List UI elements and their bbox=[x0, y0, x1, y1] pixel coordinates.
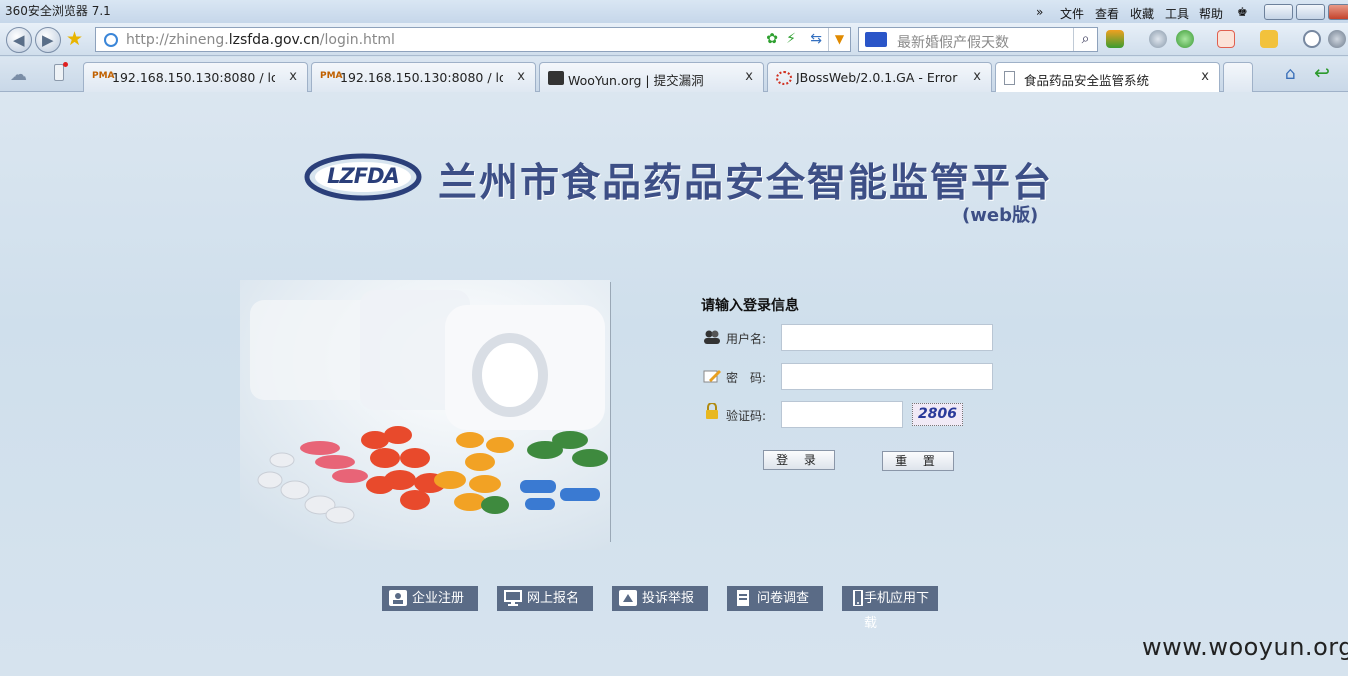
search-engine-paw-icon[interactable] bbox=[865, 32, 887, 47]
link-label: 网上报名 bbox=[527, 591, 580, 606]
game-icon[interactable] bbox=[1260, 30, 1278, 48]
browser-titlebar: 360安全浏览器 7.1 » 文件 查看 收藏 工具 帮助 ♚ bbox=[0, 0, 1348, 23]
mobile-icon[interactable] bbox=[54, 64, 64, 81]
browser-title: 360安全浏览器 7.1 bbox=[5, 4, 111, 18]
link-complaint-report[interactable]: 投诉举报 bbox=[612, 586, 708, 611]
tab-food-drug-system[interactable]: 食品药品安全监管系统 x bbox=[995, 62, 1220, 93]
favorite-star-icon[interactable]: ★ bbox=[66, 28, 83, 50]
forward-arrow-icon: ▶ bbox=[42, 31, 54, 49]
monitor-icon bbox=[504, 590, 522, 606]
mobile-phone-icon bbox=[853, 590, 863, 606]
lzfda-logo: LZFDA bbox=[304, 150, 422, 202]
logo-text: LZFDA bbox=[327, 164, 400, 188]
login-button[interactable]: 登 录 bbox=[763, 450, 835, 470]
link-label: 问卷调查 bbox=[757, 591, 810, 606]
cloud-icon[interactable]: ☁ bbox=[10, 65, 27, 85]
menu-more-icon[interactable]: » bbox=[1036, 5, 1043, 19]
home-icon[interactable]: ⌂ bbox=[1285, 64, 1296, 84]
search-icon[interactable]: ⌕ bbox=[1073, 28, 1097, 51]
tab-label: 192.168.150.130:8080 / localhost bbox=[112, 70, 275, 85]
tab-close-icon[interactable]: x bbox=[973, 69, 981, 84]
tab-phpmyadmin-2[interactable]: PMA 192.168.150.130:8080 / localhost x bbox=[311, 62, 536, 92]
complaint-icon bbox=[619, 590, 637, 606]
reset-button[interactable]: 重 置 bbox=[882, 451, 954, 471]
forward-button[interactable]: ▶ bbox=[35, 27, 61, 53]
divider-line bbox=[610, 282, 611, 542]
search-box[interactable]: 最新婚假产假天数 ⌕ bbox=[858, 27, 1098, 52]
loading-spinner-icon bbox=[776, 71, 792, 85]
user-avatar-icon[interactable] bbox=[1328, 30, 1346, 48]
tab-close-icon[interactable]: x bbox=[289, 69, 297, 84]
site-title: 兰州市食品药品安全智能监管平台 bbox=[438, 161, 1054, 206]
skin-shirt-icon[interactable]: ♚ bbox=[1237, 5, 1248, 19]
refresh-icon[interactable]: ✿ bbox=[766, 31, 778, 47]
back-arrow-icon: ◀ bbox=[13, 31, 25, 49]
speed-mode-icon[interactable]: ⚡ bbox=[786, 31, 796, 47]
menu-file[interactable]: 文件 bbox=[1060, 5, 1084, 22]
translate-icon[interactable] bbox=[1217, 30, 1235, 48]
link-online-signup[interactable]: 网上报名 bbox=[497, 586, 593, 611]
url-text[interactable]: http://zhineng.lzsfda.gov.cn/login.html bbox=[126, 32, 395, 48]
tab-bar: ☁ PMA 192.168.150.130:8080 / localhost x… bbox=[0, 57, 1348, 93]
watermark: www.wooyun.org bbox=[1142, 633, 1348, 661]
document-icon bbox=[737, 590, 749, 606]
new-tab-button[interactable] bbox=[1223, 62, 1253, 92]
pills-photo bbox=[240, 280, 610, 550]
menu-favorites[interactable]: 收藏 bbox=[1130, 5, 1154, 22]
minimize-button[interactable] bbox=[1264, 4, 1293, 20]
back-button[interactable]: ◀ bbox=[6, 27, 32, 53]
password-label: 密 码: bbox=[726, 371, 767, 385]
address-bar[interactable]: http://zhineng.lzsfda.gov.cn/login.html … bbox=[95, 27, 851, 52]
link-label: 投诉举报 bbox=[642, 591, 695, 606]
page-content: LZFDA 兰州市食品药品安全智能监管平台 (web版) 请输入登录信息 用户名… bbox=[0, 92, 1348, 676]
menu-help[interactable]: 帮助 bbox=[1199, 5, 1223, 22]
tab-label: JBossWeb/2.0.1.GA - Error report bbox=[796, 70, 959, 85]
lock-icon bbox=[703, 402, 721, 419]
tab-label: 192.168.150.130:8080 / localhost bbox=[340, 70, 503, 85]
tab-close-icon[interactable]: x bbox=[517, 69, 525, 84]
navigation-toolbar: ◀ ▶ ★ http://zhineng.lzsfda.gov.cn/login… bbox=[0, 23, 1348, 56]
link-label: 企业注册 bbox=[412, 591, 465, 606]
tab-wooyun[interactable]: WooYun.org | 提交漏洞 x bbox=[539, 62, 764, 92]
yuan-shopping-icon[interactable] bbox=[1176, 30, 1194, 48]
search-input[interactable]: 最新婚假产假天数 bbox=[897, 32, 1009, 52]
menu-tools[interactable]: 工具 bbox=[1165, 5, 1189, 22]
restore-button[interactable] bbox=[1296, 4, 1325, 20]
tab-label: WooYun.org | 提交漏洞 bbox=[568, 73, 704, 88]
page-document-icon bbox=[1004, 71, 1015, 85]
edit-pencil-icon bbox=[703, 368, 721, 384]
link-survey[interactable]: 问卷调查 bbox=[727, 586, 823, 611]
captcha-label: 验证码: bbox=[726, 409, 767, 423]
tab-label: 食品药品安全监管系统 bbox=[1024, 73, 1150, 88]
close-window-button[interactable] bbox=[1328, 4, 1348, 20]
tab-close-icon[interactable]: x bbox=[745, 69, 753, 84]
pma-favicon-icon: PMA bbox=[92, 71, 115, 81]
menu-view[interactable]: 查看 bbox=[1095, 5, 1119, 22]
tab-phpmyadmin-1[interactable]: PMA 192.168.150.130:8080 / localhost x bbox=[83, 62, 308, 92]
site-subtitle: (web版) bbox=[962, 205, 1039, 226]
link-mobile-app-download[interactable]: 手机应用下载 bbox=[842, 586, 938, 631]
globe-tool-icon[interactable] bbox=[1149, 30, 1167, 48]
notification-dot-icon bbox=[63, 62, 68, 67]
tab-close-icon[interactable]: x bbox=[1201, 69, 1209, 84]
link-company-register[interactable]: 企业注册 bbox=[382, 586, 478, 611]
captcha-image[interactable]: 2806 bbox=[912, 403, 963, 426]
password-input[interactable] bbox=[781, 363, 993, 390]
pma-favicon-icon: PMA bbox=[320, 71, 343, 81]
address-dropdown-icon[interactable]: ▼ bbox=[828, 28, 850, 51]
undo-close-tab-icon[interactable]: ↩ bbox=[1314, 62, 1330, 84]
zoom-icon[interactable] bbox=[1303, 30, 1321, 48]
username-label: 用户名: bbox=[726, 332, 767, 346]
users-icon bbox=[703, 329, 721, 345]
captcha-input[interactable] bbox=[781, 401, 903, 428]
tab-jbossweb[interactable]: JBossWeb/2.0.1.GA - Error report x bbox=[767, 62, 992, 92]
login-heading: 请输入登录信息 bbox=[701, 298, 799, 314]
wooyun-favicon-icon bbox=[548, 71, 564, 85]
apps-grid-icon[interactable] bbox=[1106, 30, 1124, 48]
compat-mode-icon[interactable]: ⇆ bbox=[810, 31, 822, 47]
username-input[interactable] bbox=[781, 324, 993, 351]
id-card-icon bbox=[389, 590, 407, 606]
link-label: 手机应用下载 bbox=[864, 591, 930, 631]
page-globe-icon bbox=[104, 33, 118, 47]
